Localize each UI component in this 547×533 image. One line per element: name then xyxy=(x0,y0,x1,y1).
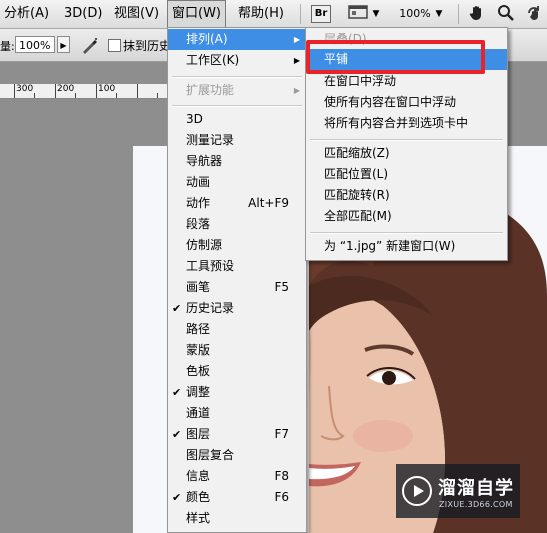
menu-item-match-location[interactable]: 匹配位置(L) xyxy=(306,164,507,185)
menu-item-3d[interactable]: 3D xyxy=(168,109,306,130)
menu-item-float-all[interactable]: 使所有内容在窗口中浮动 xyxy=(306,92,507,113)
window-menu: 排列(A) ▶ 工作区(K) ▶ 扩展功能 ▶ 3D 测量记录 导航器 动画 动… xyxy=(167,27,307,533)
menu-item-channels[interactable]: 通道 xyxy=(168,403,306,424)
zoom-chevron-icon[interactable]: ▼ xyxy=(434,4,444,24)
submenu-arrow-icon: ▶ xyxy=(293,86,300,95)
separator xyxy=(300,4,301,24)
menu-window[interactable]: 窗口(W) xyxy=(167,0,226,28)
bridge-button[interactable]: Br xyxy=(311,5,331,23)
checkmark-icon: ✔ xyxy=(172,302,182,315)
menu-item-measurement-log[interactable]: 测量记录 xyxy=(168,130,306,151)
zoom-tool-icon[interactable] xyxy=(495,4,517,24)
flow-label: 量: xyxy=(0,40,15,53)
menu-item-extensions[interactable]: 扩展功能 ▶ xyxy=(168,80,306,101)
menu-separator xyxy=(172,76,302,78)
watermark-url: ZIXUE.3D66.COM xyxy=(439,500,513,509)
ruler-label: 300 xyxy=(16,84,34,94)
menu-item-paragraph[interactable]: 段落 xyxy=(168,214,306,235)
ruler-tick xyxy=(116,93,117,98)
erase-history-label: 抹到历史 xyxy=(123,39,172,53)
flow-input[interactable]: 100% xyxy=(15,36,55,53)
menu-item-new-window[interactable]: 为 “1.jpg” 新建窗口(W) xyxy=(306,236,507,257)
menu-item-match-all[interactable]: 全部匹配(M) xyxy=(306,206,507,227)
flow-arrow-icon[interactable]: ▶ xyxy=(57,36,70,53)
ruler-tick xyxy=(75,93,76,98)
menu-item-layer-comps[interactable]: 图层复合 xyxy=(168,445,306,466)
menu-item-styles[interactable]: 样式 xyxy=(168,508,306,529)
menu-separator xyxy=(310,139,503,141)
watermark-title: 溜溜自学 xyxy=(438,478,514,499)
horizontal-ruler: 300 200 100 xyxy=(0,84,170,99)
menu-item-match-rotation[interactable]: 匹配旋转(R) xyxy=(306,185,507,206)
menu-item-navigator[interactable]: 导航器 xyxy=(168,151,306,172)
submenu-arrow-icon: ▶ xyxy=(293,56,300,65)
menu-item-clone-source[interactable]: 仿制源 xyxy=(168,235,306,256)
submenu-arrow-icon: ▶ xyxy=(293,35,300,44)
menu-item-paths[interactable]: 路径 xyxy=(168,319,306,340)
menu-item-adjustments[interactable]: ✔ 调整 xyxy=(168,382,306,403)
menu-item-info[interactable]: 信息 F8 xyxy=(168,466,306,487)
ruler-tick xyxy=(55,84,56,98)
menu-help[interactable]: 帮助(H) xyxy=(238,0,284,28)
menu-analysis[interactable]: 分析(A) xyxy=(4,0,49,28)
checkmark-icon: ✔ xyxy=(172,428,182,441)
menu-item-color[interactable]: ✔ 颜色 F6 xyxy=(168,487,306,508)
menu-item-consolidate-tabs[interactable]: 将所有内容合并到选项卡中 xyxy=(306,113,507,134)
checkmark-icon: ✔ xyxy=(172,386,182,399)
menu-item-actions[interactable]: 动作 Alt+F9 xyxy=(168,193,306,214)
airbrush-icon[interactable] xyxy=(80,35,100,58)
ruler-label: 200 xyxy=(57,84,75,94)
watermark: 溜溜自学 ZIXUE.3D66.COM xyxy=(396,464,520,518)
menu-item-brush[interactable]: 画笔 F5 xyxy=(168,277,306,298)
checkmark-icon: ✔ xyxy=(172,491,182,504)
menu-item-swatches[interactable]: 色板 xyxy=(168,361,306,382)
play-logo-icon xyxy=(402,476,432,506)
menu-separator xyxy=(310,232,503,234)
hand-tool-icon[interactable] xyxy=(466,4,488,24)
menu-item-tool-presets[interactable]: 工具预设 xyxy=(168,256,306,277)
menu-3d[interactable]: 3D(D) xyxy=(64,0,102,28)
annotation-highlight-box xyxy=(306,40,485,74)
menu-view[interactable]: 视图(V) xyxy=(114,0,159,28)
menu-bar: 分析(A) 3D(D) 视图(V) 窗口(W) 帮助(H) Br ▼ 100% … xyxy=(0,0,547,29)
ruler-tick xyxy=(14,84,15,98)
screen-mode-icon[interactable] xyxy=(346,4,370,24)
menu-item-arrange[interactable]: 排列(A) ▶ xyxy=(168,29,306,50)
rotate-view-icon[interactable] xyxy=(523,4,545,24)
ruler-tick xyxy=(96,84,97,98)
menu-item-animation[interactable]: 动画 xyxy=(168,172,306,193)
menu-separator xyxy=(172,105,302,107)
menu-item-layers[interactable]: ✔ 图层 F7 xyxy=(168,424,306,445)
erase-history-checkbox[interactable] xyxy=(108,39,121,52)
menu-item-history[interactable]: ✔ 历史记录 xyxy=(168,298,306,319)
separator xyxy=(458,4,459,24)
zoom-level[interactable]: 100% xyxy=(398,4,432,24)
ruler-label: 100 xyxy=(98,84,116,94)
ruler-tick xyxy=(137,84,138,98)
chevron-down-icon[interactable]: ▼ xyxy=(371,4,381,24)
ruler-tick xyxy=(34,93,35,98)
menu-item-workspace[interactable]: 工作区(K) ▶ xyxy=(168,50,306,71)
menu-item-masks[interactable]: 蒙版 xyxy=(168,340,306,361)
menu-item-match-zoom[interactable]: 匹配缩放(Z) xyxy=(306,143,507,164)
menu-item-float-in-window[interactable]: 在窗口中浮动 xyxy=(306,71,507,92)
ruler-tick xyxy=(157,93,158,98)
